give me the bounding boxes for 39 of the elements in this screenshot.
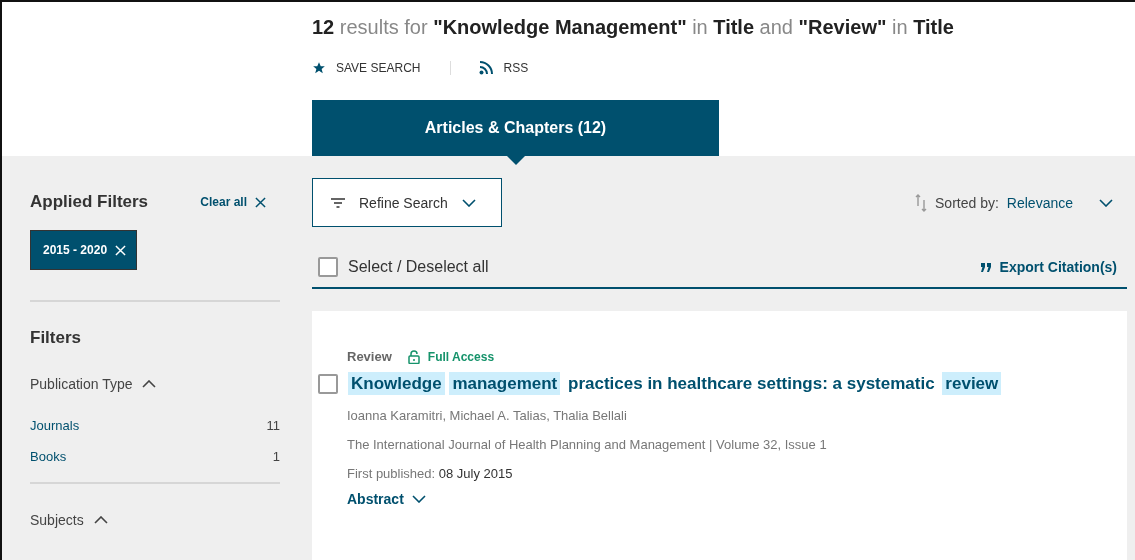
filter-option[interactable]: Journals	[30, 418, 80, 433]
quote-icon	[980, 262, 992, 272]
filter-group-header[interactable]: Subjects	[30, 512, 280, 528]
close-icon	[115, 244, 127, 256]
lock-icon	[407, 349, 420, 364]
article-title-link[interactable]: Knowledge management practices in healthcare settings: a systematic review	[348, 374, 1002, 394]
filter-group-header[interactable]: Publication Type	[30, 376, 280, 392]
export-citations-link[interactable]: Export Citation(s)	[980, 259, 1117, 275]
filter-option[interactable]: Books	[30, 449, 67, 464]
checkbox[interactable]	[318, 374, 338, 394]
authors: Ioanna Karamitri, Michael A. Talias, Thalia Bellali	[347, 408, 628, 423]
sort-icon	[915, 193, 927, 212]
applied-filters-title: Applied Filters	[30, 192, 149, 212]
chevron-down-icon	[411, 495, 426, 503]
filter-chip[interactable]: 2015 - 2020	[30, 230, 138, 270]
chevron-up-icon	[142, 380, 157, 388]
publish-date: First published: 08 July 2015	[347, 466, 514, 481]
filter-count: 11	[266, 418, 280, 433]
filters-title: Filters	[30, 328, 83, 348]
journal-info: The International Journal of Health Planning and Management | Volume 32, Issue 1	[347, 437, 828, 452]
rss-icon	[479, 61, 494, 75]
chevron-up-icon	[93, 516, 108, 524]
article-type: Review	[347, 349, 392, 364]
clear-all-link[interactable]: Clear all	[200, 195, 266, 209]
abstract-toggle[interactable]: Abstract	[347, 491, 1127, 507]
refine-search-button[interactable]: Refine Search	[312, 178, 502, 227]
star-icon	[312, 61, 326, 75]
filter-count: 1	[272, 449, 280, 464]
close-icon	[255, 196, 266, 208]
filter-icon	[331, 197, 345, 208]
select-all-label: Select / Deselect all	[348, 258, 489, 276]
checkbox[interactable]	[318, 257, 338, 277]
sort-dropdown[interactable]: Sorted by: Relevance	[915, 193, 1127, 212]
results-heading: 12 results for "Knowledge Management" in Title and "Review" in Title	[312, 16, 955, 39]
chevron-down-icon	[461, 198, 476, 207]
chevron-down-icon	[1099, 198, 1113, 207]
access-label: Full Access	[407, 349, 495, 364]
save-search-link[interactable]: SAVE SEARCH	[312, 61, 452, 75]
rss-link[interactable]: RSS	[479, 61, 529, 75]
